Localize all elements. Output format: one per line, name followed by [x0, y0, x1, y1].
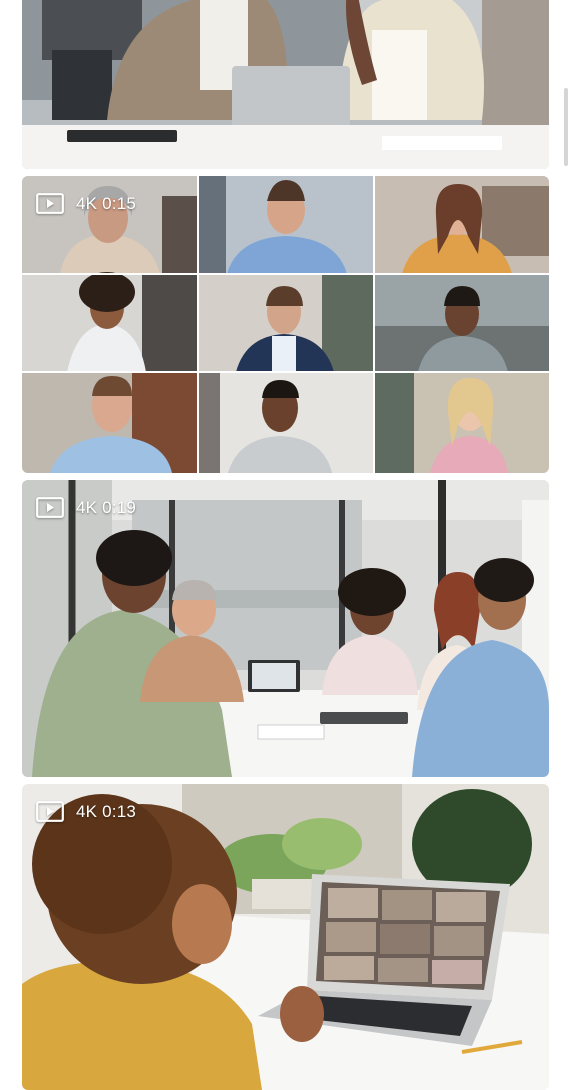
video-thumbnail-team-meeting[interactable]: 4K 0:19	[22, 480, 549, 777]
video-badge: 4K 0:15	[36, 193, 136, 214]
laptop-video-call-thumbnail-image	[22, 784, 549, 1090]
video-badge: 4K 0:19	[36, 497, 136, 518]
video-thumbnail-office-duo-laptop[interactable]	[22, 0, 549, 169]
video-quality-duration: 4K 0:13	[76, 801, 137, 821]
video-thumbnail-video-call-grid[interactable]: 4K 0:15	[22, 176, 549, 473]
play-icon	[36, 497, 64, 518]
video-call-grid-thumbnail-image	[22, 176, 549, 473]
office-duo-thumbnail-image	[22, 0, 549, 169]
video-badge: 4K 0:13	[36, 801, 136, 822]
video-quality-duration: 4K 0:15	[76, 193, 137, 213]
video-thumbnail-laptop-video-call[interactable]: 4K 0:13	[22, 784, 549, 1090]
play-icon	[36, 193, 64, 214]
video-results-feed: 4K 0:15 4K 0:19 4K 0:13	[0, 0, 571, 1090]
video-quality-duration: 4K 0:19	[76, 497, 137, 517]
team-meeting-thumbnail-image	[22, 480, 549, 777]
play-icon	[36, 801, 64, 822]
scrollbar-thumb[interactable]	[564, 88, 568, 166]
